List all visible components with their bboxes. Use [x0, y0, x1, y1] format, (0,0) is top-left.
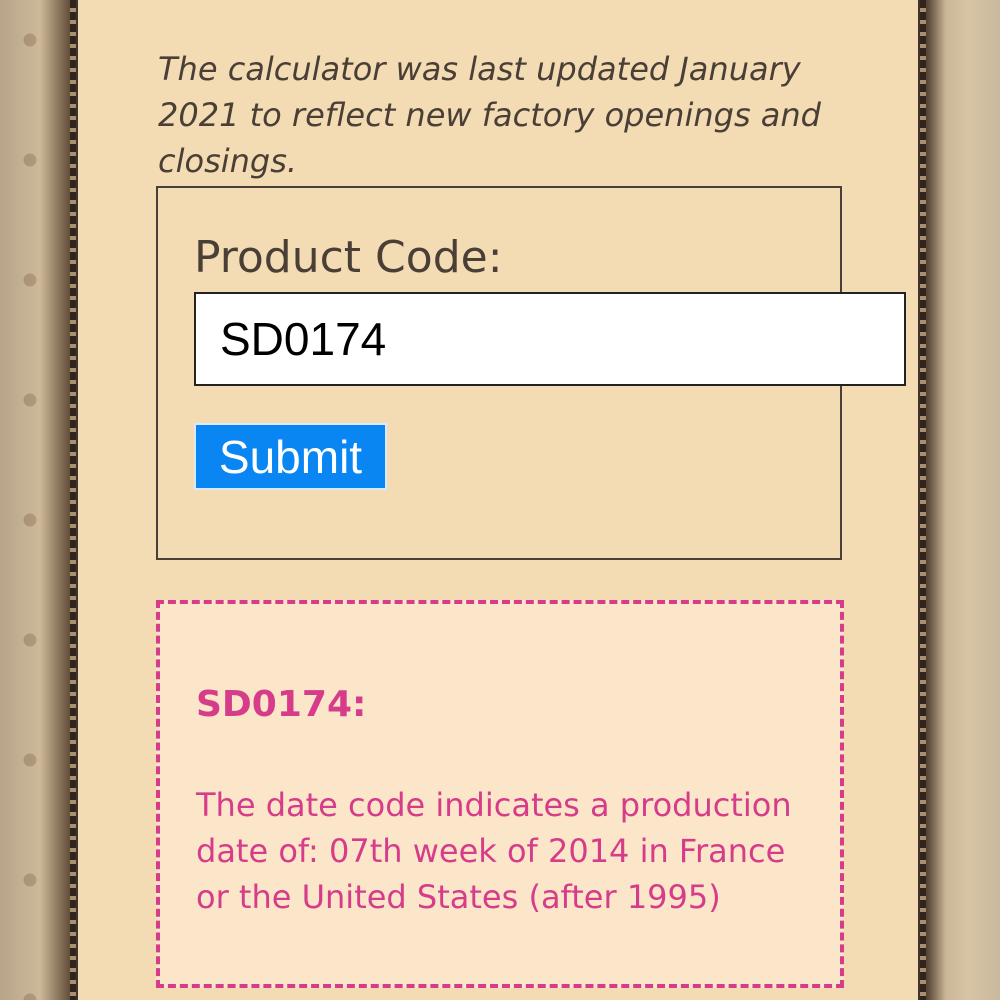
right-decorative-border	[918, 0, 1000, 1000]
product-code-input[interactable]	[194, 292, 906, 386]
result-text: The date code indicates a production dat…	[196, 786, 792, 916]
right-perforated-edge	[920, 0, 926, 1000]
update-notice: The calculator was last updated January …	[158, 50, 821, 180]
result-box: SD0174: The date code indicates a produc…	[156, 600, 844, 988]
product-code-label: Product Code:	[194, 232, 503, 283]
left-decorative-border	[0, 0, 78, 1000]
submit-button[interactable]: Submit	[194, 423, 387, 490]
content-page: The calculator was last updated January …	[78, 0, 918, 1000]
result-title: SD0174:	[196, 684, 367, 725]
left-perforated-edge	[70, 0, 76, 1000]
